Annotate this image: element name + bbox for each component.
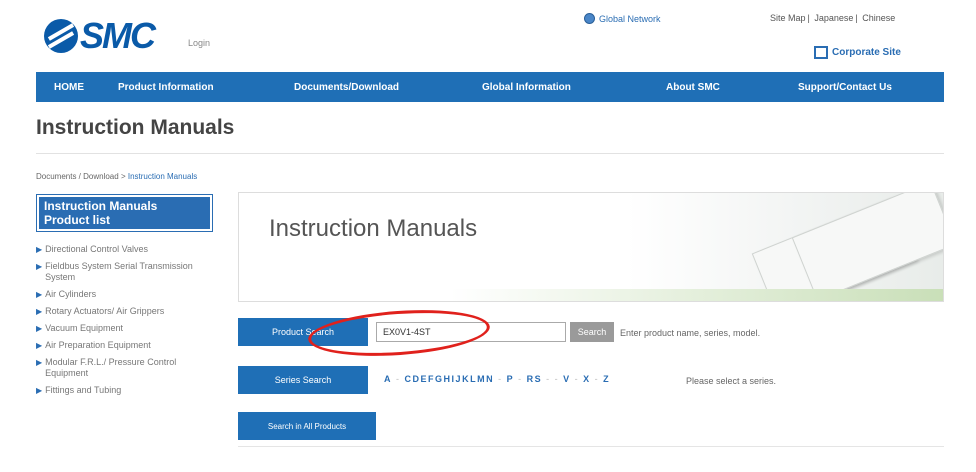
nav-item-documents-download[interactable]: Documents/Download (294, 82, 399, 93)
sidebar-list: ▶ Directional Control Valves ▶ Fieldbus Sy… (36, 244, 216, 402)
breadcrumb: Documents / Download > Instruction Manua… (36, 172, 197, 181)
sidebar-item-label: Fittings and Tubing (45, 385, 122, 395)
banner-accent (239, 289, 943, 301)
smc-logo[interactable]: SMC (44, 15, 156, 56)
product-search-hint: Enter product name, series, model. (620, 328, 761, 338)
main-nav: HOME Product Information Documents/Downl… (36, 72, 944, 102)
arrow-right-icon: ▶ (36, 307, 43, 316)
series-letter-d[interactable]: D (413, 374, 421, 384)
sidebar-item-label: Vacuum Equipment (45, 323, 124, 333)
login-link[interactable]: Login (188, 38, 210, 48)
sidebar-item-air-preparation[interactable]: ▶ Air Preparation Equipment (36, 340, 216, 351)
nav-item-global-information[interactable]: Global Information (482, 82, 571, 93)
corporate-site-icon (814, 46, 828, 59)
series-letter-x[interactable]: X (583, 374, 591, 384)
series-letter-g[interactable]: G (435, 374, 444, 384)
content-divider (238, 446, 944, 447)
series-letter-k[interactable]: K (462, 374, 470, 384)
series-letter-m[interactable]: M (477, 374, 486, 384)
arrow-right-icon: ▶ (36, 358, 43, 367)
nav-item-support-contact[interactable]: Support/Contact Us (798, 82, 892, 93)
sidebar-item-rotary-actuators[interactable]: ▶ Rotary Actuators/ Air Grippers (36, 306, 216, 317)
japanese-link[interactable]: Japanese (814, 13, 853, 23)
breadcrumb-parent[interactable]: Documents / Download (36, 172, 119, 181)
nav-item-about-smc[interactable]: About SMC (666, 82, 720, 93)
banner-title: Instruction Manuals (269, 215, 478, 242)
series-letter-s[interactable]: S (535, 374, 543, 384)
breadcrumb-current: Instruction Manuals (127, 172, 198, 181)
manual-book-image (791, 193, 943, 301)
sidebar-item-fittings-tubing[interactable]: ▶ Fittings and Tubing (36, 385, 216, 396)
series-search-hint: Please select a series. (686, 376, 777, 386)
site-map-link[interactable]: Site Map (770, 13, 806, 23)
sidebar-item-directional-control-valves[interactable]: ▶ Directional Control Valves (36, 244, 216, 255)
series-letter-f[interactable]: F (428, 374, 435, 384)
sidebar-heading-label: Instruction Manuals Product list (39, 197, 210, 229)
series-letter-r[interactable]: R (527, 374, 535, 384)
sidebar-item-air-cylinders[interactable]: ▶ Air Cylinders (36, 289, 216, 300)
sidebar-item-label: Directional Control Valves (45, 244, 149, 254)
series-letter-a[interactable]: A (384, 374, 392, 384)
nav-item-home[interactable]: HOME (54, 82, 84, 93)
sidebar-item-vacuum-equipment[interactable]: ▶ Vacuum Equipment (36, 323, 216, 334)
series-letter-n[interactable]: N (486, 374, 494, 384)
global-network-label: Global Network (599, 13, 661, 24)
annotation-circle (306, 304, 492, 362)
logo-text: SMC (80, 15, 156, 56)
globe-icon (584, 13, 595, 24)
series-letter-index: A - CDEFGHIJKLMN - P - RS - - V - X - Z (384, 374, 611, 384)
chinese-link[interactable]: Chinese (862, 13, 895, 23)
title-divider (36, 153, 944, 154)
arrow-right-icon: ▶ (36, 245, 43, 254)
arrow-right-icon: ▶ (36, 262, 43, 271)
arrow-right-icon: ▶ (36, 386, 43, 395)
search-button[interactable]: Search (570, 322, 614, 342)
page-title: Instruction Manuals (36, 116, 235, 139)
series-letter-h[interactable]: H (444, 374, 452, 384)
arrow-right-icon: ▶ (36, 290, 43, 299)
sidebar-item-modular-frl[interactable]: ▶ Modular F.R.L./ Pressure Control Equipm… (36, 357, 216, 379)
series-letter-l[interactable]: L (470, 374, 477, 384)
logo-mark-icon (44, 19, 78, 53)
series-letter-e[interactable]: E (421, 374, 429, 384)
arrow-right-icon: ▶ (36, 341, 43, 350)
series-letter-p[interactable]: P (507, 374, 515, 384)
global-network-link[interactable]: Global Network (584, 13, 661, 24)
top-links: Site Map | Japanese | Chinese (770, 13, 896, 23)
series-search-label[interactable]: Series Search (238, 366, 368, 394)
corporate-site-label: Corporate Site (832, 47, 901, 58)
nav-item-product-information[interactable]: Product Information (118, 82, 214, 93)
arrow-right-icon: ▶ (36, 324, 43, 333)
sidebar-item-fieldbus-system[interactable]: ▶ Fieldbus System Serial Transmission Sys… (36, 261, 216, 283)
search-all-products-button[interactable]: Search in All Products (238, 412, 376, 440)
sidebar-item-label: Modular F.R.L./ Pressure Control Equipme… (45, 357, 177, 378)
sidebar-item-label: Air Preparation Equipment (45, 340, 151, 350)
sidebar-item-label: Fieldbus System Serial Transmission Syst… (45, 261, 193, 282)
banner: Instruction Manuals (238, 192, 944, 302)
series-letter-v[interactable]: V (563, 374, 571, 384)
series-letter-z[interactable]: Z (603, 374, 610, 384)
series-letter-c[interactable]: C (405, 374, 413, 384)
sidebar-item-label: Rotary Actuators/ Air Grippers (45, 306, 165, 316)
corporate-site-link[interactable]: Corporate Site (814, 46, 901, 59)
sidebar-item-label: Air Cylinders (45, 289, 97, 299)
sidebar-heading[interactable]: Instruction Manuals Product list (36, 194, 213, 232)
breadcrumb-separator: > (120, 172, 126, 181)
